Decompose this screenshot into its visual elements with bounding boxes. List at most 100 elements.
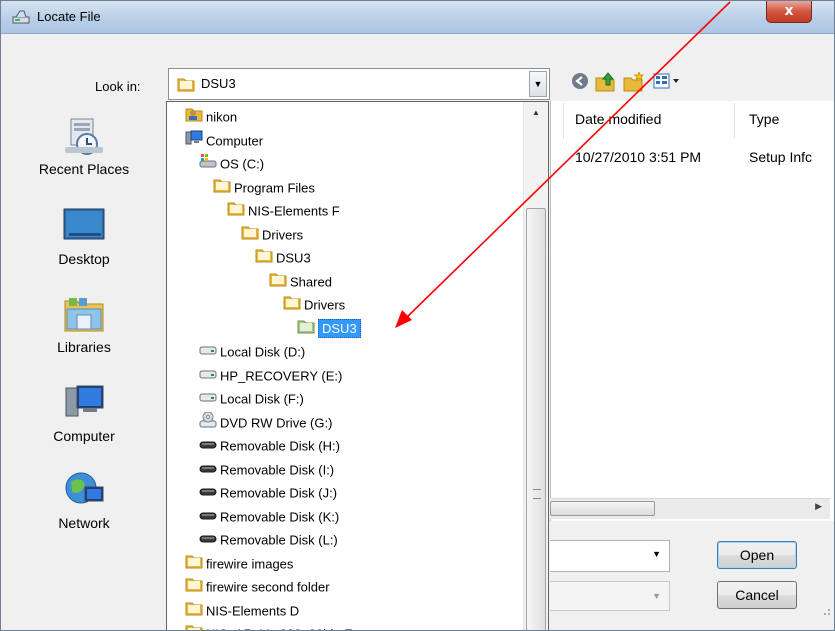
place-network[interactable]: Network: [9, 471, 159, 531]
place-label: Network: [58, 515, 110, 531]
look-in-item-label: Computer: [206, 133, 264, 149]
look-in-item[interactable]: Removable Disk (K:): [199, 506, 339, 528]
look-in-item[interactable]: NIS-Elements F: [227, 200, 340, 222]
look-in-item[interactable]: Shared: [269, 271, 332, 293]
folder-icon: [283, 294, 301, 317]
title-bar[interactable]: Locate File x: [1, 1, 834, 34]
look-in-item[interactable]: Removable Disk (H:): [199, 435, 340, 457]
window-title: Locate File: [37, 9, 101, 24]
folder-icon: [185, 553, 203, 576]
file-list[interactable]: Date modified Type 10/27/2010 3:51 PM Se…: [550, 101, 834, 521]
look-in-item[interactable]: DSU3: [255, 247, 311, 269]
folder-icon: [241, 224, 259, 247]
file-row-type[interactable]: Setup Infc: [749, 149, 812, 165]
look-in-item[interactable]: Program Files: [213, 177, 315, 199]
column-header-type[interactable]: Type: [749, 111, 779, 127]
look-in-item[interactable]: Removable Disk (L:): [199, 529, 338, 551]
scrollbar-thumb[interactable]: [526, 208, 546, 630]
up-folder-icon[interactable]: [595, 72, 617, 95]
look-in-item-label: Removable Disk (K:): [220, 509, 340, 525]
removable-disk-icon: [199, 482, 217, 505]
locate-file-dialog: Locate File x Look in: DSU3 ▼ Recent Pla…: [0, 0, 835, 631]
resize-grip-icon[interactable]: [821, 606, 831, 616]
scroll-up-icon[interactable]: ▲: [532, 108, 540, 117]
view-menu-icon[interactable]: [653, 72, 683, 93]
chevron-down-icon[interactable]: ▼: [529, 71, 547, 97]
column-header-date-modified[interactable]: Date modified: [575, 111, 661, 127]
look-in-item[interactable]: Local Disk (D:): [199, 341, 305, 363]
vertical-scrollbar[interactable]: ▲: [523, 102, 548, 630]
look-in-item[interactable]: Removable Disk (I:): [199, 459, 334, 481]
look-in-item-label: DVD RW Drive (G:): [220, 415, 333, 431]
close-button[interactable]: x: [766, 1, 812, 23]
new-folder-icon[interactable]: [623, 70, 645, 95]
look-in-label: Look in:: [95, 79, 141, 94]
look-in-item[interactable]: HP_RECOVERY (E:): [199, 365, 342, 387]
look-in-item[interactable]: DVD RW Drive (G:): [199, 411, 333, 434]
look-in-item-label: nikon: [206, 109, 238, 125]
computer-icon: [65, 385, 104, 417]
place-label: Computer: [53, 428, 115, 444]
file-name-combobox[interactable]: ▼: [550, 540, 670, 572]
desktop-icon: [63, 208, 105, 240]
place-libraries[interactable]: Libraries: [9, 295, 159, 355]
place-label: Libraries: [57, 339, 111, 355]
look-in-item-label: firewire second folder: [206, 579, 330, 595]
green-folder-icon: [297, 318, 315, 341]
look-in-item[interactable]: nikon: [185, 106, 237, 128]
hard-drive-icon: [199, 388, 217, 411]
open-button[interactable]: Open: [717, 541, 797, 569]
look-in-item[interactable]: NIS-Elements D: [185, 600, 299, 622]
look-in-item-label: Local Disk (D:): [220, 344, 306, 360]
look-in-item[interactable]: Local Disk (F:): [199, 388, 304, 410]
look-in-value: DSU3: [201, 76, 236, 91]
folder-icon: [227, 200, 245, 223]
look-in-dropdown-list[interactable]: NIS_AR_Ver322_32bit_E NIS-Elements D firew…: [166, 101, 549, 630]
computer-icon: [185, 130, 203, 153]
column-separator: [563, 103, 564, 139]
folder-icon: [213, 177, 231, 200]
place-label: Desktop: [58, 251, 110, 267]
look-in-item-label: OS (C:): [220, 156, 265, 172]
place-desktop[interactable]: Desktop: [9, 207, 159, 267]
look-in-item[interactable]: Removable Disk (J:): [199, 482, 337, 504]
cancel-button[interactable]: Cancel: [717, 581, 797, 609]
look-in-item-label: Removable Disk (L:): [220, 532, 338, 548]
look-in-item-label: Drivers: [304, 297, 346, 313]
os-drive-icon: [199, 153, 217, 176]
scanner-icon: [12, 10, 30, 24]
horizontal-scrollbar[interactable]: ▶: [550, 498, 830, 519]
scrollbar-thumb[interactable]: [550, 501, 655, 516]
place-computer[interactable]: Computer: [9, 384, 159, 444]
look-in-item[interactable]: Computer: [185, 130, 263, 152]
file-type-combobox[interactable]: ▼: [550, 581, 670, 611]
file-row-date[interactable]: 10/27/2010 3:51 PM: [575, 149, 701, 165]
chevron-down-icon[interactable]: ▼: [652, 549, 661, 559]
place-recent-places[interactable]: Recent Places: [9, 117, 159, 177]
look-in-item-label: Removable Disk (I:): [220, 462, 335, 478]
look-in-item[interactable]: Drivers: [241, 224, 303, 246]
chevron-down-icon[interactable]: ▼: [652, 591, 661, 601]
look-in-item-label: Drivers: [262, 227, 304, 243]
folder-icon: [185, 623, 203, 630]
look-in-item-selected[interactable]: DSU3: [297, 318, 361, 340]
look-in-item[interactable]: firewire images: [185, 553, 293, 575]
look-in-item-label: NIS-Elements F: [248, 203, 340, 219]
back-icon[interactable]: [571, 72, 589, 93]
look-in-item[interactable]: NIS_AR_Ver322_32bit_E: [185, 623, 353, 630]
place-label: Recent Places: [38, 161, 130, 177]
look-in-item[interactable]: OS (C:): [199, 153, 264, 175]
folder-icon: [185, 576, 203, 599]
look-in-item[interactable]: Drivers: [283, 294, 345, 316]
look-in-combobox[interactable]: DSU3 ▼: [168, 68, 550, 100]
thumb-grip-icon: [533, 489, 541, 499]
look-in-item[interactable]: firewire second folder: [185, 576, 330, 598]
removable-disk-icon: [199, 506, 217, 529]
folder-icon: [269, 271, 287, 294]
folder-icon: [185, 600, 203, 623]
network-icon: [65, 472, 104, 504]
removable-disk-icon: [199, 435, 217, 458]
hard-drive-icon: [199, 365, 217, 388]
scroll-right-icon[interactable]: ▶: [815, 501, 822, 512]
removable-disk-icon: [199, 529, 217, 552]
